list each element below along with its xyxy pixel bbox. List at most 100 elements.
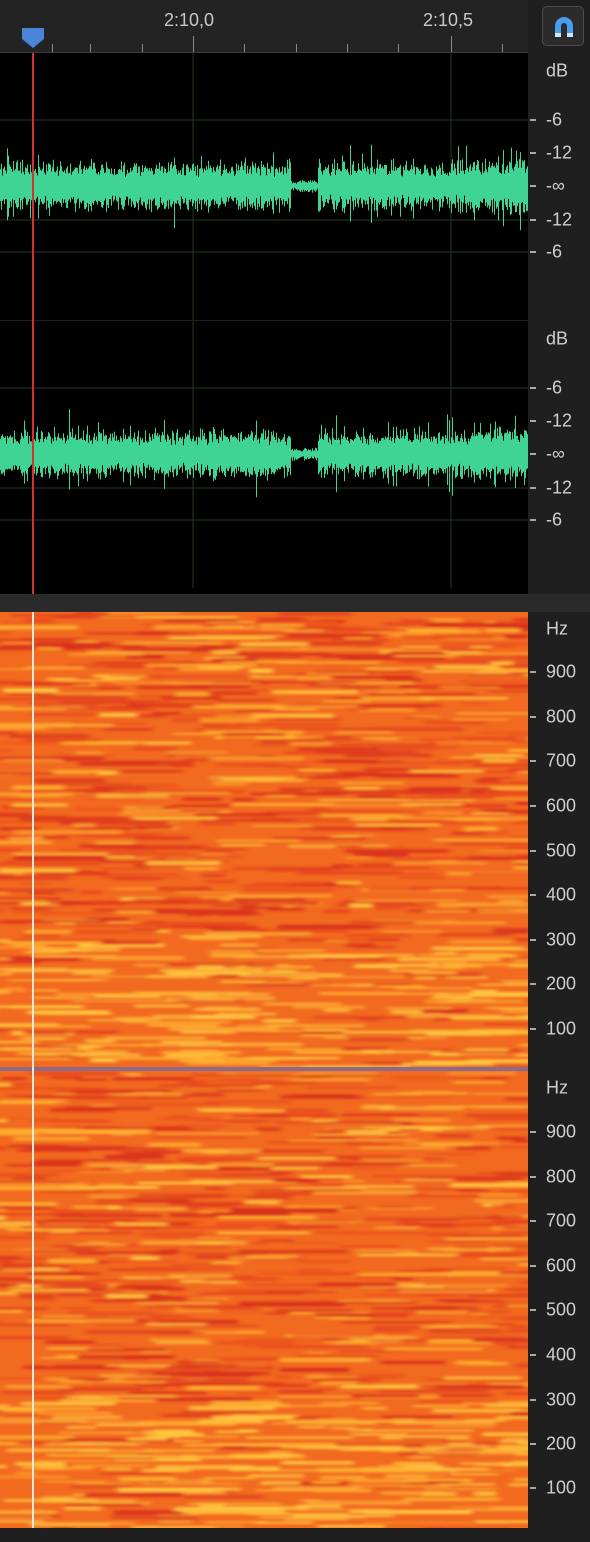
spectral-streak bbox=[505, 1288, 528, 1291]
spectral-streak bbox=[73, 873, 180, 876]
spectral-streak bbox=[29, 1523, 110, 1527]
spectral-streak bbox=[23, 738, 104, 742]
spectral-streak bbox=[385, 820, 456, 823]
spectral-streak bbox=[307, 684, 348, 687]
spectral-streak bbox=[293, 648, 403, 650]
spectral-streak bbox=[134, 1266, 235, 1271]
spectral-streak bbox=[311, 1300, 340, 1302]
spectral-streak bbox=[284, 1518, 348, 1521]
spectral-streak bbox=[405, 716, 435, 719]
spectral-streak bbox=[249, 681, 357, 684]
spectral-streak bbox=[383, 1188, 483, 1190]
spectral-streak bbox=[430, 1240, 487, 1243]
spectral-streak bbox=[133, 746, 176, 751]
spectral-streak bbox=[376, 773, 459, 778]
spectral-streak bbox=[286, 1242, 341, 1245]
spectral-streak bbox=[199, 821, 234, 826]
hz-label: 800 bbox=[546, 706, 577, 727]
spectral-streak bbox=[519, 1280, 528, 1285]
spectral-streak bbox=[220, 913, 251, 917]
spectral-streak bbox=[187, 1386, 260, 1390]
view-divider[interactable] bbox=[0, 594, 590, 612]
spectral-streak bbox=[384, 678, 422, 682]
spectral-streak bbox=[4, 987, 25, 990]
spectral-streak bbox=[76, 677, 103, 680]
spectral-streak bbox=[0, 939, 11, 942]
hz-label: 500 bbox=[546, 1299, 577, 1320]
playhead-line-spectral[interactable] bbox=[32, 612, 34, 1528]
spectral-streak bbox=[0, 1077, 27, 1081]
spectral-streak bbox=[398, 876, 447, 880]
spectral-streak bbox=[313, 829, 408, 831]
spectral-streak bbox=[356, 823, 441, 827]
spectral-streak bbox=[514, 1053, 528, 1057]
spectral-channel-2[interactable] bbox=[0, 1071, 528, 1528]
spectral-streak bbox=[70, 930, 157, 934]
spectral-streak bbox=[474, 1199, 528, 1203]
spectral-streak bbox=[465, 1419, 507, 1422]
spectral-streak bbox=[279, 1357, 371, 1362]
waveform-channel-1[interactable] bbox=[0, 53, 528, 320]
spectral-streak bbox=[220, 1042, 303, 1047]
spectral-streak bbox=[491, 1204, 514, 1209]
spectral-streak bbox=[408, 1194, 480, 1198]
db-tick bbox=[530, 185, 536, 187]
spectral-streak bbox=[252, 825, 312, 827]
time-ruler[interactable]: 2:10,0 2:10,5 bbox=[0, 0, 528, 53]
spectral-streak bbox=[13, 1136, 90, 1141]
spectral-streak bbox=[320, 1402, 346, 1405]
spectral-streak bbox=[187, 1160, 233, 1164]
spectral-streak bbox=[70, 1484, 133, 1488]
spectral-streak bbox=[164, 996, 235, 1002]
spectral-streak bbox=[98, 1183, 125, 1186]
spectral-streak bbox=[134, 836, 190, 841]
spectral-channel-1[interactable] bbox=[0, 612, 528, 1067]
spectral-streak bbox=[456, 1145, 492, 1151]
spectral-streak bbox=[354, 964, 397, 969]
spectral-streak bbox=[194, 728, 264, 731]
spectral-streak bbox=[496, 1416, 528, 1420]
spectral-streak bbox=[172, 1263, 231, 1266]
spectral-streak bbox=[496, 1126, 528, 1131]
playhead-marker-icon[interactable] bbox=[22, 28, 44, 48]
hz-label: 400 bbox=[546, 884, 577, 905]
playhead-line[interactable] bbox=[32, 53, 34, 594]
spectral-streak bbox=[362, 1217, 462, 1221]
hz-label: 300 bbox=[546, 929, 577, 950]
spectral-streak bbox=[280, 1094, 358, 1099]
snap-toggle-button[interactable] bbox=[542, 6, 584, 46]
spectral-streak bbox=[155, 1518, 194, 1522]
hz-tick bbox=[530, 894, 536, 896]
spectral-streak bbox=[348, 1509, 390, 1514]
spectral-streak bbox=[202, 725, 243, 728]
spectral-streak bbox=[156, 1432, 204, 1436]
spectral-streak bbox=[433, 952, 456, 955]
spectral-streak bbox=[241, 1345, 347, 1348]
waveform-channel-2[interactable] bbox=[0, 321, 528, 594]
ruler-tick bbox=[347, 44, 348, 52]
spectral-streak bbox=[410, 1456, 432, 1459]
spectral-streak bbox=[276, 727, 379, 731]
spectral-streak bbox=[362, 689, 419, 693]
spectral-streak bbox=[381, 1415, 453, 1419]
spectral-streak bbox=[240, 905, 283, 909]
spectral-streak bbox=[341, 1113, 418, 1117]
spectral-streak bbox=[127, 1437, 167, 1441]
hz-tick bbox=[530, 760, 536, 762]
spectral-streak bbox=[117, 1488, 203, 1492]
spectral-streak bbox=[255, 1521, 314, 1524]
spectral-streak bbox=[157, 1525, 244, 1528]
ruler-tick bbox=[398, 44, 399, 52]
spectral-streak bbox=[204, 1006, 239, 1010]
spectral-streak bbox=[316, 1418, 356, 1421]
spectral-streak bbox=[258, 1157, 335, 1160]
spectral-streak bbox=[42, 1480, 108, 1483]
spectral-streak bbox=[238, 1455, 307, 1459]
db-label: -6 bbox=[546, 241, 563, 262]
spectral-streak bbox=[0, 908, 6, 912]
spectral-streak bbox=[159, 963, 252, 966]
spectral-streak bbox=[22, 1030, 119, 1034]
spectral-streak bbox=[226, 1506, 308, 1511]
spectral-streak bbox=[467, 1294, 528, 1298]
spectral-streak bbox=[179, 1157, 253, 1161]
